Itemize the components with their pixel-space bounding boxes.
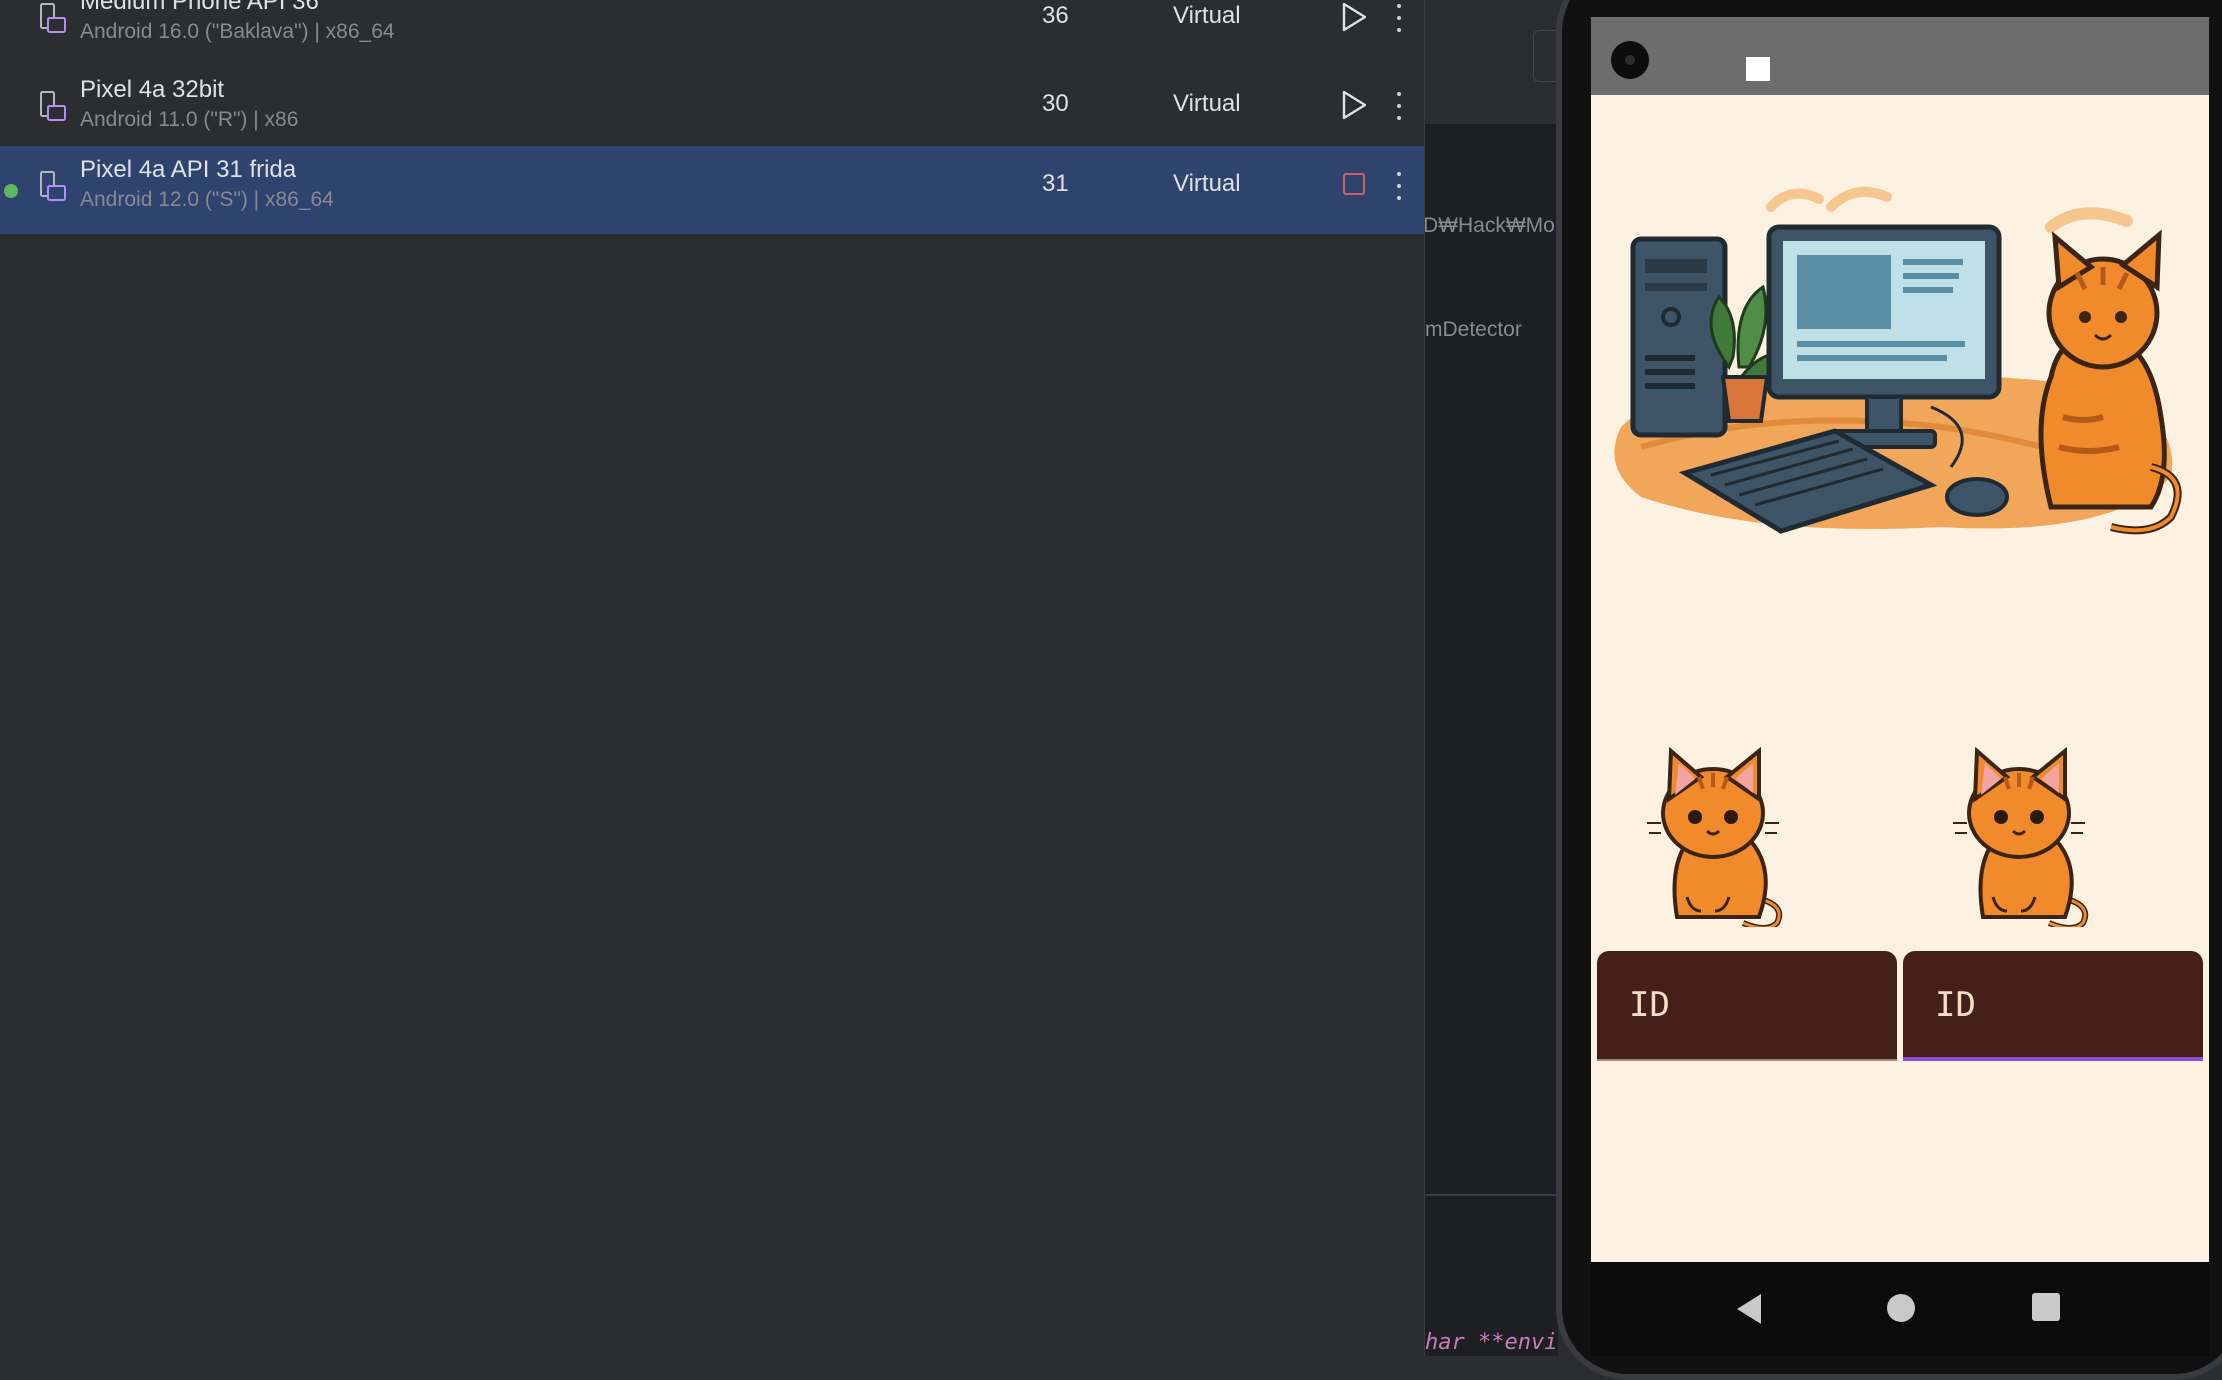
path-fragment: D₩Hack₩Mob — [1424, 214, 1558, 237]
cat-image-left[interactable] — [1647, 747, 1787, 927]
device-name: Pixel 4a API 31 frida — [80, 156, 297, 183]
device-details: Android 16.0 ("Baklava") | x86_64 — [80, 20, 395, 43]
class-fragment: mDetector — [1425, 318, 1522, 341]
editor-strip: D₩Hack₩Mob mDetector har **envi — [1424, 0, 1558, 1356]
device-type: Virtual — [1173, 2, 1241, 29]
editor-toolbar — [1425, 0, 1558, 124]
device-phone-icon — [40, 171, 66, 201]
more-vertical-icon[interactable] — [1386, 166, 1412, 206]
android-nav-bar — [1591, 1262, 2209, 1356]
camera-cutout — [1611, 41, 1649, 79]
device-api-level: 31 — [1042, 170, 1069, 197]
device-row-medium-phone[interactable]: Medium Phone API 36 Android 16.0 ("Bakla… — [0, 0, 1424, 66]
computer-cat-illustration — [1614, 186, 2182, 535]
stop-icon[interactable] — [1343, 173, 1365, 195]
play-icon[interactable] — [1338, 88, 1370, 122]
device-details: Android 11.0 ("R") | x86 — [80, 108, 299, 131]
device-details: Android 12.0 ("S") | x86_64 — [80, 188, 334, 211]
device-type: Virtual — [1173, 90, 1241, 117]
device-type: Virtual — [1173, 170, 1241, 197]
phone-screen[interactable]: ID ID — [1591, 17, 2209, 1262]
input-underline — [1597, 1059, 1897, 1061]
device-api-level: 36 — [1042, 2, 1069, 29]
id-input-left[interactable]: ID — [1597, 951, 1897, 1061]
status-bar — [1591, 17, 2209, 95]
device-manager-panel: Medium Phone API 36 Android 16.0 ("Bakla… — [0, 0, 1424, 1356]
input-underline-focused — [1903, 1057, 2203, 1061]
back-triangle-icon[interactable] — [1735, 1292, 1765, 1326]
device-row-pixel-4a-frida[interactable]: Pixel 4a API 31 frida Android 12.0 ("S")… — [0, 146, 1424, 234]
play-icon[interactable] — [1338, 0, 1370, 34]
device-name: Pixel 4a 32bit — [80, 76, 225, 103]
running-status-dot — [4, 184, 18, 198]
device-row-pixel-4a-32bit[interactable]: Pixel 4a 32bit Android 11.0 ("R") | x86 … — [0, 66, 1424, 154]
device-phone-icon — [40, 91, 66, 121]
code-fragment: har **envi — [1425, 1330, 1558, 1355]
device-api-level: 30 — [1042, 90, 1069, 117]
recents-square-icon[interactable] — [2031, 1292, 2061, 1322]
id-input-right[interactable]: ID — [1903, 951, 2203, 1061]
id-input-label: ID — [1629, 985, 1670, 1025]
editor-divider — [1425, 1194, 1558, 1196]
cat-image-right[interactable] — [1953, 747, 2093, 927]
device-phone-icon — [40, 3, 66, 33]
device-name: Medium Phone API 36 — [80, 0, 319, 15]
more-vertical-icon[interactable] — [1386, 86, 1412, 126]
id-input-label: ID — [1935, 985, 1976, 1025]
editor-tab[interactable] — [1533, 30, 1558, 82]
status-notification-icon — [1746, 57, 1770, 81]
more-vertical-icon[interactable] — [1386, 0, 1412, 38]
home-circle-icon[interactable] — [1885, 1292, 1917, 1324]
